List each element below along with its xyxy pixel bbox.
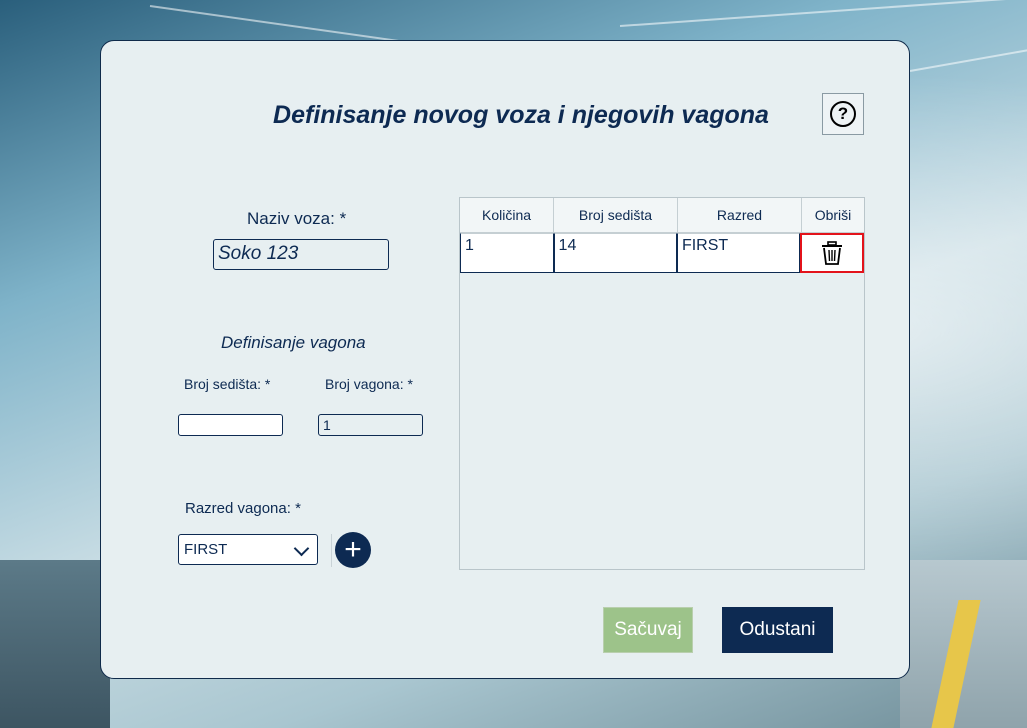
wagon-class-selected: FIRST: [184, 541, 228, 558]
wagon-count-label: Broj vagona: *: [325, 376, 413, 392]
add-wagon-button[interactable]: +: [335, 532, 371, 568]
cell-kolicina[interactable]: 1: [460, 233, 554, 273]
wagon-class-label: Razred vagona: *: [185, 500, 301, 517]
background-track: [0, 560, 110, 728]
background-wire: [619, 0, 1027, 27]
table-header: Količina Broj sedišta Razred Obriši: [460, 198, 864, 233]
plus-icon: +: [344, 533, 362, 566]
seats-input[interactable]: [178, 414, 283, 436]
background-wire: [909, 47, 1027, 72]
column-header-broj-sedista[interactable]: Broj sedišta: [554, 198, 678, 232]
column-header-obrisi[interactable]: Obriši: [802, 198, 864, 232]
wagon-class-select[interactable]: FIRST: [178, 534, 318, 565]
wagon-table: Količina Broj sedišta Razred Obriši 1 14…: [459, 197, 865, 570]
cell-razred[interactable]: FIRST: [676, 233, 801, 273]
column-header-kolicina[interactable]: Količina: [460, 198, 554, 232]
new-train-dialog: Definisanje novog voza i njegovih vagona…: [100, 40, 910, 679]
help-icon: ?: [830, 101, 856, 127]
cell-broj-sedista[interactable]: 14: [553, 233, 677, 273]
wagon-count-input[interactable]: 1: [318, 414, 423, 436]
help-button[interactable]: ?: [822, 93, 864, 135]
table-row[interactable]: 1 14 FIRST: [460, 233, 864, 273]
trash-icon: [822, 241, 843, 265]
train-name-label: Naziv voza: *: [247, 209, 347, 228]
chevron-down-icon: [293, 540, 310, 557]
dialog-title: Definisanje novog voza i njegovih vagona: [273, 101, 769, 129]
train-name-input[interactable]: Soko 123: [213, 239, 389, 270]
seats-label: Broj sedišta: *: [184, 376, 271, 392]
wagon-section-heading: Definisanje vagona: [221, 333, 366, 352]
cancel-button[interactable]: Odustani: [722, 607, 833, 653]
divider: [331, 534, 332, 567]
save-button[interactable]: Sačuvaj: [603, 607, 693, 653]
delete-row-button[interactable]: [800, 233, 864, 273]
column-header-razred[interactable]: Razred: [678, 198, 802, 232]
